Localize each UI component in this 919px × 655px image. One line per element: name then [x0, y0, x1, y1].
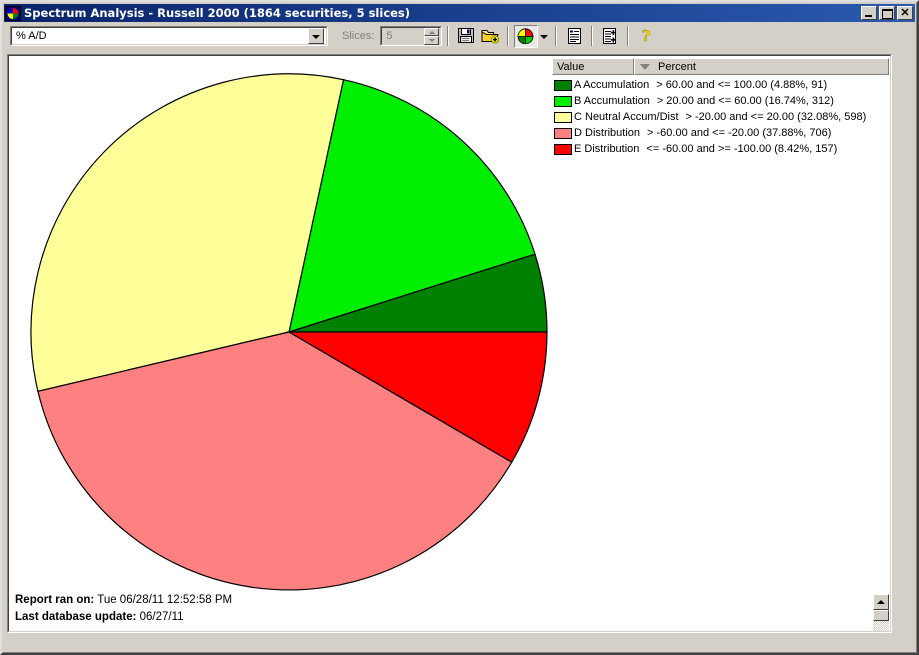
legend-item-c[interactable]: C Neutral Accum/Dist > -20.00 and <= 20.…: [552, 109, 889, 125]
legend-column-value-label: Value: [557, 60, 585, 73]
pie-chart-view-button[interactable]: [514, 24, 539, 48]
report-ran-value: Tue 06/28/11 12:52:58 PM: [94, 594, 233, 606]
field-select-value: % A/D: [16, 30, 47, 42]
legend-desc-d: > -60.00 and <= -20.00 (37.88%, 706): [647, 127, 832, 139]
legend-desc-b: > 20.00 and <= 60.00 (16.74%, 312): [656, 95, 834, 107]
slices-label: Slices:: [342, 30, 375, 42]
save-button[interactable]: [454, 24, 479, 48]
open-folder-add-icon: [481, 30, 500, 44]
legend-rows: A Accumulation > 60.00 and <= 100.00 (4.…: [552, 75, 889, 157]
list-report-icon: [567, 28, 581, 44]
chevron-down-icon[interactable]: [308, 28, 324, 44]
pie-chart-dropdown-arrow[interactable]: [538, 24, 551, 48]
detail-report-button[interactable]: [598, 24, 623, 48]
toolbar-separator-4: [591, 26, 594, 46]
legend-column-percent[interactable]: Percent: [634, 58, 889, 75]
legend-item-e[interactable]: E Distribution <= -60.00 and >= -100.00 …: [552, 141, 889, 157]
pie-chart-icon: [5, 5, 21, 21]
window-title: Spectrum Analysis - Russell 2000 (1864 s…: [24, 6, 411, 20]
legend-label-d: D Distribution: [574, 127, 641, 139]
legend-desc-c: > -20.00 and <= 20.00 (32.08%, 598): [685, 111, 867, 123]
slices-value: 5: [386, 30, 393, 42]
legend-swatch-e: [554, 143, 572, 155]
sort-descending-icon: [640, 63, 650, 70]
chart-panel: Value Percent A Accumulation > 60.00 and…: [7, 54, 892, 633]
last-update-label: Last database update:: [15, 611, 137, 623]
legend-swatch-a: [554, 79, 572, 91]
legend-swatch-b: [554, 95, 572, 107]
last-update-line: Last database update: 06/27/11: [15, 609, 232, 626]
slices-stepper[interactable]: 5: [380, 26, 443, 46]
legend-item-b[interactable]: B Accumulation > 20.00 and <= 60.00 (16.…: [552, 93, 889, 109]
maximize-button[interactable]: [879, 6, 895, 20]
scrollbar-thumb[interactable]: [873, 610, 889, 621]
close-button[interactable]: ✕: [897, 6, 913, 20]
report-ran-label: Report ran on:: [15, 594, 95, 606]
vertical-scrollbar[interactable]: [873, 594, 889, 631]
slices-spin-buttons: [424, 27, 440, 45]
legend-item-a[interactable]: A Accumulation > 60.00 and <= 100.00 (4.…: [552, 77, 889, 93]
report-footer: Report ran on: Tue 06/28/11 12:52:58 PM …: [15, 592, 232, 626]
toolbar-separator-5: [627, 26, 630, 46]
spinner-down-icon[interactable]: [424, 36, 440, 45]
floppy-disk-icon: [457, 28, 474, 43]
legend-column-value[interactable]: Value: [552, 58, 634, 75]
legend-label-a: A Accumulation: [574, 79, 650, 91]
last-update-value: 06/27/11: [136, 611, 184, 623]
field-select-inner: % A/D: [11, 27, 327, 45]
pie-chart[interactable]: [21, 62, 561, 602]
toolbar-separator: [447, 26, 450, 46]
legend: Value Percent A Accumulation > 60.00 and…: [552, 58, 889, 157]
scroll-up-arrow-icon[interactable]: [873, 594, 889, 610]
title-bar-buttons: ✕: [861, 6, 913, 20]
legend-swatch-c: [554, 111, 572, 123]
report-ran-line: Report ran on: Tue 06/28/11 12:52:58 PM: [15, 592, 232, 609]
toolbar-separator-3: [555, 26, 558, 46]
legend-item-d[interactable]: D Distribution > -60.00 and <= -20.00 (3…: [552, 125, 889, 141]
legend-label-c: C Neutral Accum/Dist: [574, 111, 679, 123]
title-bar[interactable]: Spectrum Analysis - Russell 2000 (1864 s…: [4, 4, 915, 22]
list-view-button[interactable]: [562, 24, 587, 48]
open-button[interactable]: [478, 24, 503, 48]
pie-chart-icon: [517, 28, 534, 44]
chart-panel-inner: Value Percent A Accumulation > 60.00 and…: [8, 55, 891, 632]
field-select-dropdown[interactable]: % A/D: [10, 26, 328, 46]
legend-column-percent-label: Percent: [658, 60, 696, 73]
close-icon: ✕: [900, 7, 910, 19]
report-add-icon: [603, 28, 617, 44]
toolbar: % A/D Slices: 5 ?: [4, 22, 915, 50]
slices-stepper-inner: 5: [381, 27, 442, 45]
svg-text:?: ?: [642, 28, 651, 44]
spinner-up-icon[interactable]: [424, 27, 440, 36]
legend-label-b: B Accumulation: [574, 95, 650, 107]
question-mark-icon: ?: [642, 28, 651, 44]
legend-header: Value Percent: [552, 58, 889, 75]
legend-desc-a: > 60.00 and <= 100.00 (4.88%, 91): [656, 79, 828, 91]
application-window: Spectrum Analysis - Russell 2000 (1864 s…: [0, 0, 919, 655]
legend-desc-e: <= -60.00 and >= -100.00 (8.42%, 157): [646, 143, 838, 155]
help-button[interactable]: ?: [634, 24, 659, 48]
minimize-button[interactable]: [861, 6, 877, 20]
legend-swatch-d: [554, 127, 572, 139]
toolbar-separator-2: [507, 26, 510, 46]
legend-label-e: E Distribution: [574, 143, 640, 155]
